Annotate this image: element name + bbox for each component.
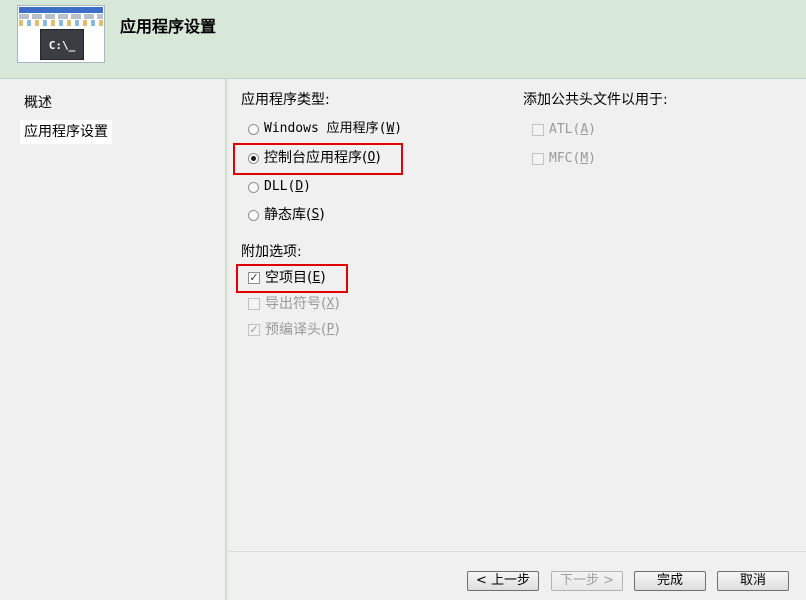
- icon-toolbar: [19, 20, 103, 26]
- sidebar: 概述 应用程序设置: [0, 79, 225, 600]
- option-label: 空项目(: [265, 270, 313, 286]
- accel-key: O: [367, 150, 376, 165]
- option-label: ATL(: [549, 122, 581, 137]
- option-suffix: ): [303, 179, 311, 194]
- option-label: 预编译头(: [265, 322, 327, 338]
- icon-console-prompt: C:\_: [40, 29, 84, 60]
- checkbox-precompiled-header[interactable]: ✓ 预编译头(P): [248, 319, 340, 341]
- accel-key: M: [580, 151, 589, 166]
- checkbox-indicator-checked: ✓: [248, 323, 260, 336]
- option-suffix: ): [319, 207, 325, 223]
- sidebar-item-app-settings[interactable]: 应用程序设置: [20, 120, 112, 144]
- radio-indicator: [248, 209, 259, 221]
- option-label: 控制台应用程序(: [264, 150, 368, 166]
- checkbox-indicator: [248, 298, 260, 310]
- radio-indicator: [248, 181, 259, 193]
- additional-options-label: 附加选项:: [241, 244, 302, 260]
- radio-console-app[interactable]: 控制台应用程序(O): [248, 147, 381, 169]
- finish-button[interactable]: 完成: [634, 571, 706, 591]
- icon-titlebar: [19, 7, 103, 13]
- page-title: 应用程序设置: [120, 17, 217, 36]
- checkbox-indicator: [532, 124, 544, 136]
- option-suffix: ): [375, 150, 381, 166]
- accel-key: X: [326, 296, 335, 311]
- accel-key: W: [386, 121, 395, 136]
- option-label: Windows 应用程序(: [264, 121, 387, 136]
- radio-static-lib[interactable]: 静态库(S): [248, 204, 325, 226]
- checkbox-empty-project[interactable]: ✓ 空项目(E): [248, 267, 326, 289]
- option-label: MFC(: [549, 151, 581, 166]
- accel-key: E: [312, 270, 321, 285]
- option-label: DLL(: [264, 179, 296, 194]
- option-suffix: ): [588, 122, 596, 137]
- accel-key: D: [295, 179, 304, 194]
- option-suffix: ): [334, 322, 340, 338]
- option-label: 导出符号(: [265, 296, 327, 312]
- option-suffix: ): [588, 151, 596, 166]
- cancel-button[interactable]: 取消: [717, 571, 789, 591]
- accel-key: P: [326, 322, 335, 337]
- radio-dll[interactable]: DLL(D): [248, 176, 311, 198]
- app-type-label: 应用程序类型:: [241, 92, 330, 108]
- option-suffix: ): [334, 296, 340, 312]
- option-label: 静态库(: [264, 207, 312, 223]
- radio-windows-app[interactable]: Windows 应用程序(W): [248, 118, 402, 140]
- option-suffix: ): [320, 270, 326, 286]
- accel-key: A: [580, 122, 589, 137]
- back-button[interactable]: < 上一步: [467, 571, 539, 591]
- common-headers-label: 添加公共头文件以用于:: [523, 92, 668, 108]
- sidebar-item-overview[interactable]: 概述: [20, 91, 56, 115]
- icon-menubar: [19, 14, 103, 19]
- radio-indicator: [248, 123, 259, 135]
- option-suffix: ): [394, 121, 403, 136]
- accel-key: S: [311, 207, 320, 222]
- checkbox-export-symbols[interactable]: 导出符号(X): [248, 293, 340, 315]
- checkbox-indicator: [532, 153, 544, 165]
- radio-indicator-checked: [248, 152, 259, 164]
- next-button[interactable]: 下一步 >: [551, 571, 623, 591]
- checkbox-indicator-checked: ✓: [248, 271, 260, 284]
- checkbox-atl[interactable]: ATL(A): [532, 119, 596, 141]
- sidebar-divider: [225, 79, 228, 600]
- wizard-header: C:\_ 应用程序设置: [0, 0, 806, 79]
- checkbox-mfc[interactable]: MFC(M): [532, 148, 596, 170]
- footer-divider: [228, 551, 806, 552]
- console-app-icon: C:\_: [17, 5, 105, 63]
